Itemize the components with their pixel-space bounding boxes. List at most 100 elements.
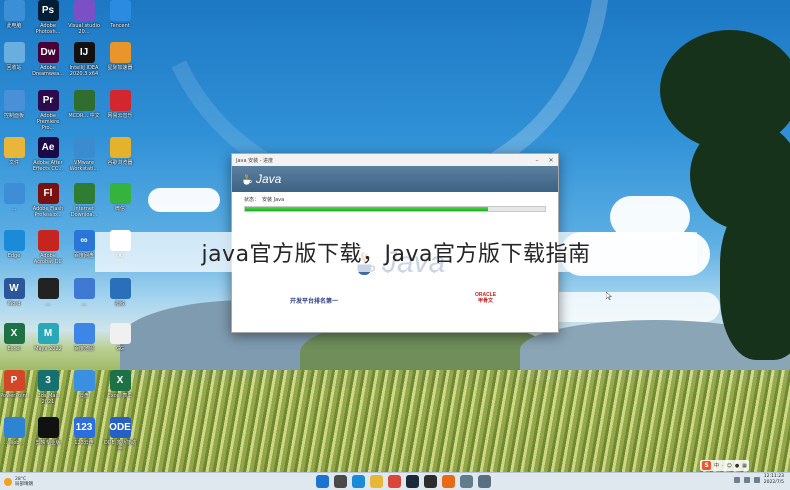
desktop-icon[interactable]: Internet Downloa... [67, 183, 101, 218]
desktop-icon-label: IntelliJ IDEA 2020.3 x64 [69, 65, 99, 77]
desktop-icon-label: Adobe Premiere Pro... [36, 113, 60, 131]
desktop-icon[interactable]: 此电脑 [0, 0, 31, 29]
desktop-icon[interactable]: IJ IntelliJ IDEA 2020.3 x64 [67, 42, 101, 77]
desktop-icon-label: 百度地图 [73, 346, 94, 352]
desktop-icon[interactable]: Visual studio 20... [67, 0, 101, 35]
desktop-icon-label: PowerPoint [0, 393, 28, 399]
desktop-icon[interactable]: 文件 [0, 137, 31, 166]
status-row: 状态： 安装 Java [232, 192, 558, 203]
desktop-icon[interactable]: Tencent [103, 0, 137, 29]
taskbar-app-chrome-icon[interactable] [388, 475, 401, 488]
chevron-up-icon[interactable] [733, 477, 740, 483]
ime-emoji-icon[interactable]: ☺ [727, 463, 732, 469]
minimize-button[interactable]: – [530, 154, 544, 166]
desktop-icon[interactable]: Edge [0, 230, 31, 259]
desktop-icon[interactable]: Dw Adobe Dreamwea... [31, 42, 65, 77]
desktop-icon[interactable]: Fl Adobe Flash Professio... [31, 183, 65, 218]
desktop-icon[interactable]: 星际加速器 [103, 42, 137, 71]
desktop-icon[interactable]: VMware Workstati... [67, 137, 101, 172]
app-icon: IJ [73, 42, 95, 63]
weather-text: 28°C 局部晴朗 [15, 477, 33, 487]
taskbar-app-search-icon[interactable] [334, 475, 347, 488]
system-tray: 12:11:23 2022/7/5 [730, 474, 784, 486]
volume-icon[interactable] [753, 477, 760, 483]
taskbar-app-edge-icon[interactable] [352, 475, 365, 488]
desktop-icon[interactable]: Ae Adobe After Effects CC... [31, 137, 65, 172]
app-icon: Pr [37, 90, 59, 111]
desktop-icon[interactable]: ... [31, 278, 65, 307]
desktop-icon[interactable]: 指纹 [103, 278, 137, 307]
app-icon: ∞ [73, 230, 95, 251]
app-icon [73, 137, 95, 158]
desktop-icon[interactable]: ODE ODE 多功能助手 [103, 417, 137, 452]
desktop-icon[interactable]: 百度地图 [67, 323, 101, 352]
clock[interactable]: 12:11:23 2022/7/5 [764, 474, 784, 486]
close-button[interactable]: ✕ [544, 154, 558, 166]
desktop-icon[interactable]: 123 123云盘 [67, 417, 101, 446]
desktop-icon[interactable]: MCDR... 中文 [67, 90, 101, 119]
desktop-icon[interactable]: 谷歌浏览器 [103, 137, 137, 166]
oracle-logo: ORACLE 甲骨文 [475, 292, 496, 304]
app-icon: ODE [109, 417, 131, 438]
desktop-icon-label: Adobe After Effects CC... [32, 160, 64, 172]
ime-toolbar[interactable]: S 中 · ☺ ● ▦ [700, 460, 749, 471]
app-icon [109, 42, 131, 63]
desktop-icon-label: Adobe Acrobat DC [33, 253, 63, 265]
taskbar-app-vmware-icon[interactable] [460, 475, 473, 488]
app-icon: X [109, 370, 131, 391]
sogou-ime-icon[interactable]: S [702, 461, 711, 470]
desktop-icon-label: 123云盘 [74, 440, 94, 446]
app-icon: Ae [37, 137, 59, 158]
ime-mode-toggle[interactable]: 中 [714, 462, 719, 469]
desktop-icon[interactable]: X Excel [0, 323, 31, 352]
taskbar-app-steam-icon[interactable] [406, 475, 419, 488]
app-icon [73, 370, 95, 391]
ime-punctuation-icon[interactable]: · [722, 463, 724, 469]
taskbar-app-explorer-icon[interactable] [370, 475, 383, 488]
ime-mic-icon[interactable]: ● [735, 463, 739, 469]
desktop-icon-label: Edge [7, 253, 21, 259]
app-icon [109, 278, 131, 299]
taskbar-app-start-icon[interactable] [316, 475, 329, 488]
desktop-icon[interactable]: Adobe Acrobat DC [31, 230, 65, 265]
desktop-icon[interactable]: 网易云音乐 [103, 90, 137, 119]
desktop-icon[interactable]: W Word [0, 278, 31, 307]
installer-titlebar[interactable]: Java 安装 - 进度 – ✕ [232, 154, 558, 166]
taskbar-app-terminal-icon[interactable] [424, 475, 437, 488]
taskbar-app-java-icon[interactable] [442, 475, 455, 488]
taskbar: 28°C 局部晴朗 12:11:23 2022/7/5 [0, 472, 790, 490]
desktop-icon-label: ODE 多功能助手 [103, 440, 137, 452]
app-icon [73, 323, 95, 344]
ime-keyboard-icon[interactable]: ▦ [742, 463, 747, 469]
tree [720, 200, 790, 360]
desktop-icon[interactable]: X Excel 表单 [103, 370, 137, 399]
mouse-cursor-icon [606, 292, 612, 300]
desktop-icon[interactable]: 微信 [103, 183, 137, 212]
desktop-icon-label: Adobe Photosh... [35, 23, 61, 35]
desktop-icon[interactable]: 剪映专业版 [31, 417, 65, 446]
desktop-icon[interactable]: 回收站 [0, 42, 31, 71]
taskbar-app-settings-icon[interactable] [478, 475, 491, 488]
desktop-icon[interactable]: P PowerPoint [0, 370, 31, 399]
weather-widget[interactable]: 28°C 局部晴朗 [0, 477, 80, 487]
app-icon [109, 323, 131, 344]
clock-date: 2022/7/5 [763, 480, 784, 485]
app-icon [37, 278, 59, 299]
desktop-icon[interactable]: M Maya 2022 [31, 323, 65, 352]
desktop-icon[interactable]: 3 3ds Max 2021 [31, 370, 65, 405]
sun-icon [4, 477, 12, 486]
app-icon: Dw [37, 42, 59, 63]
desktop-icon[interactable]: ...Web... [0, 417, 31, 446]
desktop-icon[interactable]: 控制面板 [0, 90, 31, 119]
desktop-icon-label: Adobe Flash Professio... [32, 206, 64, 218]
app-icon: 123 [73, 417, 95, 438]
window-controls: – ✕ [530, 154, 558, 166]
desktop-icon[interactable]: Ps Adobe Photosh... [31, 0, 65, 35]
desktop-icon[interactable]: GG [103, 323, 137, 352]
taskbar-apps [316, 475, 496, 488]
network-icon[interactable] [743, 477, 750, 483]
desktop-icon[interactable]: ... [0, 183, 31, 212]
desktop-icon[interactable]: ... [67, 278, 101, 307]
desktop-icon[interactable]: 云盘 [67, 370, 101, 399]
desktop-icon[interactable]: Pr Adobe Premiere Pro... [31, 90, 65, 131]
